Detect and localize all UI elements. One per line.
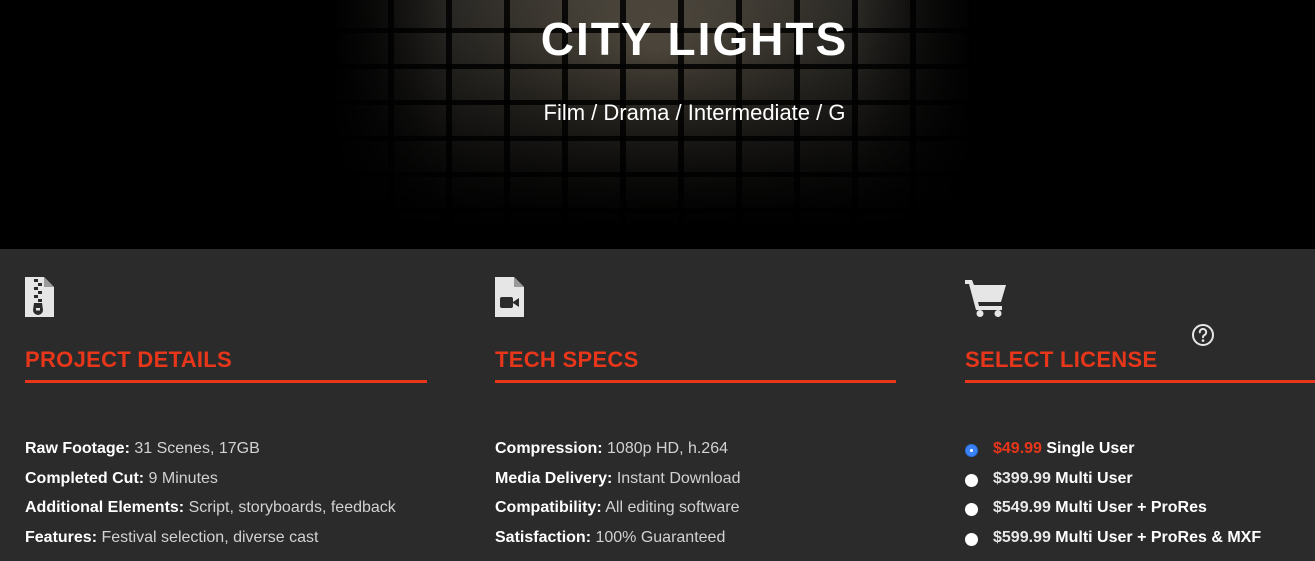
license-option-multi-user-prores[interactable]: $549.99 Multi User + ProRes xyxy=(965,499,1261,529)
license-option-multi-user[interactable]: $399.99 Multi User xyxy=(965,470,1261,500)
license-option-multi-user-prores-mxf[interactable]: $599.99 Multi User + ProRes & MXF xyxy=(965,529,1261,559)
license-name: Multi User xyxy=(1050,469,1133,487)
license-price: $49.99 xyxy=(993,440,1042,457)
page-subtitle: Film / Drama / Intermediate / G xyxy=(543,100,846,125)
license-name: Single User xyxy=(1041,440,1135,457)
radio-button-selected[interactable] xyxy=(965,444,978,457)
radio-button[interactable] xyxy=(965,503,978,516)
zip-file-icon xyxy=(25,277,427,317)
license-name: Multi User + ProRes & MXF xyxy=(1050,528,1262,546)
tech-specs-heading: TECH SPECS xyxy=(495,347,639,372)
list-item: Completed Cut: 9 Minutes xyxy=(25,469,218,487)
project-details-list: Raw Footage: 31 Scenes, 17GB Completed C… xyxy=(25,440,396,558)
list-item: Additional Elements: Script, storyboards… xyxy=(25,499,396,516)
license-price: $599.99 xyxy=(993,528,1051,546)
list-item: Satisfaction: 100% Guaranteed xyxy=(495,528,726,546)
list-item: Compatibility: All editing software xyxy=(495,499,740,516)
list-item: Media Delivery: Instant Download xyxy=(495,469,741,487)
heading-divider xyxy=(25,380,427,383)
list-item: Features: Festival selection, diverse ca… xyxy=(25,528,319,546)
shopping-cart-icon xyxy=(965,277,1315,317)
select-license-section: SELECT LICENSE xyxy=(965,277,1315,383)
license-options: $49.99 Single User $399.99 Multi User $5… xyxy=(965,440,1261,558)
tech-specs-list: Compression: 1080p HD, h.264 Media Deliv… xyxy=(495,440,740,558)
license-name: Multi User + ProRes xyxy=(1050,499,1207,516)
question-circle-icon[interactable] xyxy=(1191,323,1215,352)
heading-divider xyxy=(965,380,1315,383)
project-details-section: PROJECT DETAILS xyxy=(25,277,427,383)
license-option-single-user[interactable]: $49.99 Single User xyxy=(965,440,1261,470)
license-price: $549.99 xyxy=(993,499,1051,516)
radio-button[interactable] xyxy=(965,532,978,546)
project-details-heading: PROJECT DETAILS xyxy=(25,347,233,372)
page-title: CITY LIGHTS xyxy=(540,13,849,65)
list-item: Raw Footage: 31 Scenes, 17GB xyxy=(25,440,260,457)
select-license-heading: SELECT LICENSE xyxy=(965,347,1158,372)
heading-divider xyxy=(495,380,896,383)
tech-specs-section: TECH SPECS xyxy=(495,277,896,383)
hero-banner: CITY LIGHTS Film / Drama / Intermediate … xyxy=(0,0,1315,249)
list-item: Compression: 1080p HD, h.264 xyxy=(495,440,728,457)
video-file-icon xyxy=(495,277,896,317)
radio-button[interactable] xyxy=(965,473,978,487)
license-price: $399.99 xyxy=(993,469,1051,487)
